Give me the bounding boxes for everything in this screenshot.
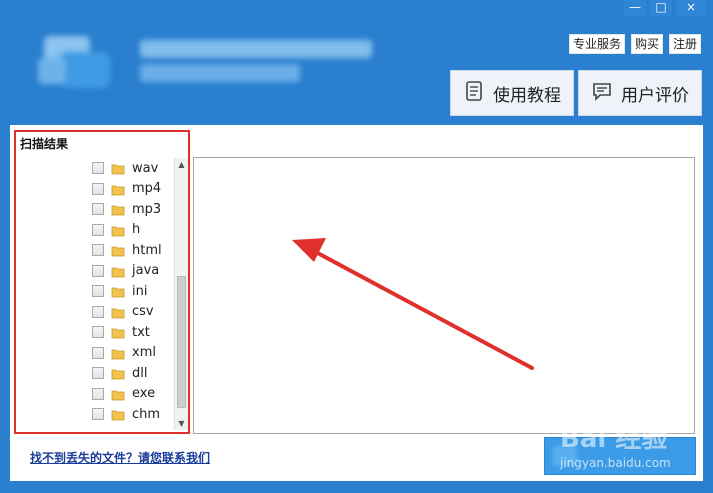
scroll-down-arrow-icon[interactable]: ▼: [175, 417, 188, 430]
checkbox[interactable]: [92, 408, 104, 420]
tree-item-exe[interactable]: exe: [92, 384, 155, 404]
user-review-button[interactable]: 用户评价: [578, 70, 702, 116]
tree-item-ini[interactable]: ini: [92, 281, 147, 301]
comment-icon: [591, 80, 613, 107]
folder-icon: [111, 264, 125, 278]
tree-item-label: dll: [132, 365, 148, 381]
checkbox[interactable]: [92, 203, 104, 215]
main-panel: 扫描结果 wav mp4 mp3 h html java ini csv txt…: [10, 125, 703, 481]
checkbox[interactable]: [92, 182, 104, 195]
checkbox[interactable]: [92, 264, 104, 277]
minimize-button[interactable]: —: [624, 0, 646, 16]
tree-item-label: mp4: [132, 181, 162, 196]
scroll-up-arrow-icon[interactable]: ▲: [175, 158, 188, 171]
tree-item-dll[interactable]: dll: [92, 363, 147, 383]
tree-item-wav[interactable]: wav: [92, 158, 158, 178]
tree-item-label: txt: [132, 324, 150, 340]
top-links: 专业服务 购买 注册: [568, 34, 701, 54]
buy-link[interactable]: 购买: [630, 34, 663, 54]
action-button[interactable]: [544, 437, 696, 475]
checkbox[interactable]: [92, 367, 104, 379]
tree-item-label: xml: [132, 345, 156, 360]
maximize-button[interactable]: □: [650, 0, 672, 16]
tree-item-label: exe: [132, 386, 156, 401]
folder-icon: [111, 346, 125, 360]
file-type-tree: wav mp4 mp3 h html java ini csv txt xml …: [24, 158, 174, 428]
folder-icon: [111, 223, 125, 237]
folder-icon: [111, 387, 125, 401]
tutorial-button[interactable]: 使用教程: [450, 70, 574, 116]
tutorial-label: 使用教程: [493, 85, 561, 106]
checkbox[interactable]: [92, 223, 104, 236]
tree-item-html[interactable]: html: [92, 240, 162, 260]
checkbox[interactable]: [92, 346, 104, 359]
tree-item-label: chm: [132, 406, 161, 422]
folder-icon: [111, 284, 125, 298]
user-review-label: 用户评价: [621, 85, 689, 106]
tree-item-csv[interactable]: csv: [92, 302, 154, 322]
checkbox[interactable]: [92, 244, 104, 256]
app-logo: [36, 30, 114, 90]
tree-item-label: html: [132, 242, 162, 258]
folder-icon: [111, 305, 125, 319]
pro-service-link[interactable]: 专业服务: [568, 34, 625, 54]
checkbox[interactable]: [92, 387, 104, 400]
scan-results-title: 扫描结果: [20, 137, 69, 151]
tree-item-label: csv: [132, 304, 154, 319]
folder-icon: [111, 161, 125, 175]
tree-item-txt[interactable]: txt: [92, 322, 150, 342]
app-window: — □ × 专业服务 购买 注册 使用教程 用户评价 扫描结果 wav mp4 …: [0, 0, 713, 493]
contact-us-link[interactable]: 找不到丢失的文件？请您联系我们: [30, 449, 210, 466]
folder-icon: [111, 407, 125, 421]
tree-item-mp3[interactable]: mp3: [92, 199, 161, 219]
checkbox[interactable]: [92, 305, 104, 318]
folder-icon: [111, 325, 125, 339]
scan-results-panel: 扫描结果 wav mp4 mp3 h html java ini csv txt…: [14, 130, 190, 434]
file-preview-area[interactable]: [193, 157, 695, 434]
checkbox[interactable]: [92, 326, 104, 338]
tree-item-h[interactable]: h: [92, 220, 140, 240]
tree-scrollbar[interactable]: ▲ ▼: [174, 158, 188, 430]
tree-item-label: h: [132, 222, 141, 237]
tree-item-xml[interactable]: xml: [92, 343, 156, 363]
document-icon: [463, 80, 485, 107]
folder-icon: [111, 182, 125, 196]
close-button[interactable]: ×: [676, 0, 706, 16]
tree-item-label: java: [132, 263, 160, 278]
tree-item-label: ini: [132, 283, 148, 299]
tree-item-label: wav: [132, 160, 159, 176]
folder-icon: [111, 202, 125, 216]
folder-icon: [111, 243, 125, 257]
scrollbar-thumb[interactable]: [177, 276, 186, 408]
app-title-blurred: [140, 40, 380, 86]
tree-item-chm[interactable]: chm: [92, 404, 160, 424]
checkbox[interactable]: [92, 162, 104, 174]
folder-icon: [111, 366, 125, 380]
register-link[interactable]: 注册: [668, 34, 701, 54]
tree-item-mp4[interactable]: mp4: [92, 179, 161, 199]
tree-item-label: mp3: [132, 201, 162, 217]
checkbox[interactable]: [92, 285, 104, 297]
tree-item-java[interactable]: java: [92, 261, 159, 281]
